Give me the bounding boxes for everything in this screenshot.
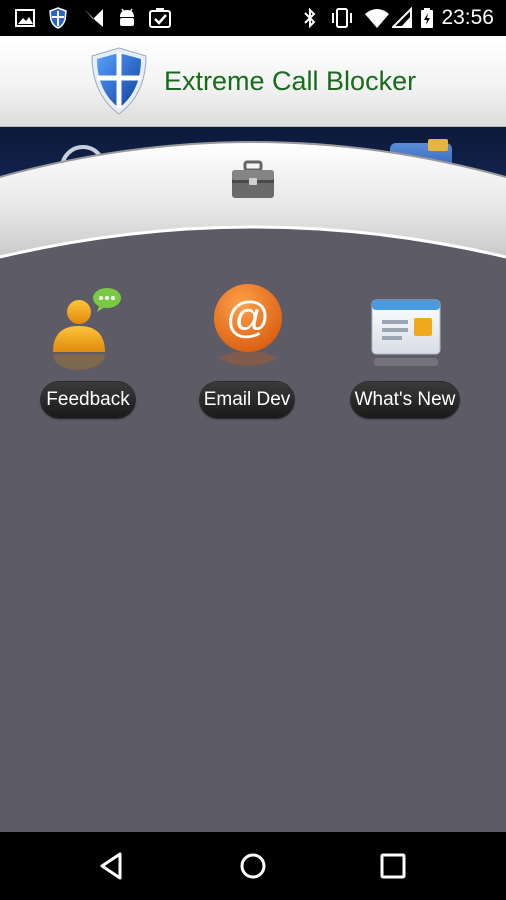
status-bar: 23:56 (0, 0, 506, 36)
email-dev-label[interactable]: Email Dev (200, 382, 294, 418)
shield-notification-icon (49, 7, 67, 29)
status-time: 23:56 (441, 6, 494, 29)
back-icon[interactable] (92, 846, 132, 886)
image-icon (15, 9, 35, 27)
feedback-user-chat-icon[interactable] (51, 282, 127, 372)
feedback-label[interactable]: Feedback (41, 382, 135, 418)
wifi-icon (365, 9, 389, 28)
shield-logo-icon (91, 47, 147, 115)
home-icon[interactable] (233, 846, 273, 886)
checklist-icon (149, 8, 171, 28)
curved-panel (0, 141, 506, 277)
email-at-icon[interactable]: @ (210, 282, 286, 372)
app-notification-icon (84, 9, 103, 27)
whats-new-tile[interactable]: What's New (330, 282, 480, 422)
toolbox-icon[interactable] (230, 160, 276, 200)
cell-signal-icon (392, 7, 412, 28)
recents-icon[interactable] (373, 846, 413, 886)
battery-charging-icon (421, 8, 433, 28)
news-window-icon[interactable] (368, 282, 444, 372)
android-icon (120, 8, 134, 26)
svg-text:@: @ (226, 293, 271, 342)
app-title: Extreme Call Blocker (164, 66, 417, 96)
app-header: Extreme Call Blocker (0, 36, 506, 127)
vibrate-icon (332, 8, 352, 28)
whats-new-label[interactable]: What's New (351, 382, 459, 418)
feedback-tile[interactable]: Feedback (13, 282, 163, 422)
email-dev-tile[interactable]: @ Email Dev (172, 282, 322, 422)
navigation-bar (0, 832, 506, 900)
bluetooth-icon (304, 7, 316, 29)
